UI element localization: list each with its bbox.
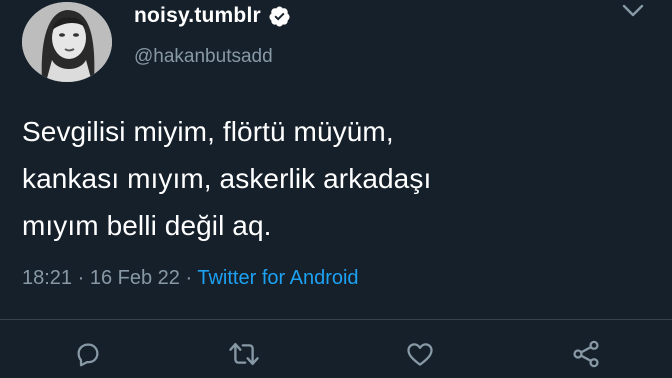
tweet-date: 16 Feb 22 bbox=[89, 267, 180, 289]
meta-separator: · bbox=[185, 267, 193, 289]
share-button[interactable] bbox=[568, 336, 604, 372]
tweet-actions bbox=[0, 336, 672, 376]
reply-icon bbox=[77, 343, 99, 367]
share-icon bbox=[573, 340, 599, 368]
like-button[interactable] bbox=[402, 336, 438, 372]
meta-separator: · bbox=[77, 267, 85, 289]
chevron-down-icon[interactable] bbox=[622, 4, 644, 18]
reply-button[interactable] bbox=[70, 336, 106, 372]
divider bbox=[0, 319, 672, 320]
tweet-meta: 18:21 · 16 Feb 22 · Twitter for Android bbox=[22, 264, 359, 292]
avatar-photo bbox=[22, 2, 112, 82]
tweet-time: 18:21 bbox=[22, 267, 73, 289]
tweet-card: noisy.tumblr @hakanbutsadd Sevgilisi miy… bbox=[0, 0, 672, 378]
user-handle[interactable]: @hakanbutsadd bbox=[134, 46, 273, 68]
display-name-text: noisy.tumblr bbox=[134, 4, 261, 27]
tweet-text: Sevgilisi miyim, flörtü müyüm, kankası m… bbox=[22, 116, 432, 241]
avatar[interactable] bbox=[22, 2, 112, 82]
retweet-icon bbox=[229, 342, 259, 366]
tweet-source-link[interactable]: Twitter for Android bbox=[197, 267, 358, 289]
display-name[interactable]: noisy.tumblr bbox=[134, 4, 291, 28]
heart-icon bbox=[407, 343, 433, 366]
retweet-button[interactable] bbox=[226, 336, 262, 372]
verified-badge-icon bbox=[269, 5, 290, 27]
